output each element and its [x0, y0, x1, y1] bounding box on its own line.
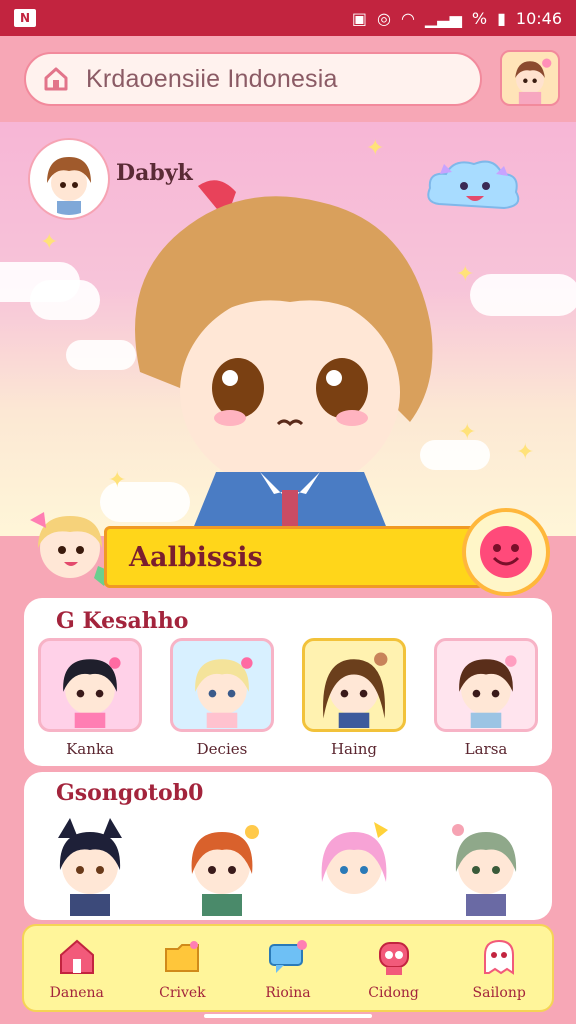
character-name: Kanka: [66, 740, 114, 758]
robot-icon: [378, 942, 409, 975]
nav-label: Danena: [49, 985, 104, 1001]
featured-banner[interactable]: Aalbissis: [104, 526, 484, 588]
smiley-badge-icon[interactable]: [462, 508, 550, 596]
dark-hair-cat-character: [38, 812, 142, 916]
nav-label: Sailonp: [472, 985, 526, 1001]
character-portrait: [38, 638, 142, 732]
character-card[interactable]: [38, 812, 142, 916]
banner-character-left: [30, 512, 112, 586]
orange-hair-character: [170, 812, 274, 916]
profile-avatar-button[interactable]: [500, 50, 560, 106]
character-card[interactable]: Kanka: [38, 638, 142, 758]
nav-item-cidong[interactable]: Cidong: [346, 935, 442, 1001]
character-portrait: [170, 638, 274, 732]
character-card[interactable]: Larsa: [434, 638, 538, 758]
sparkle-icon: ✦: [40, 230, 59, 255]
character-card[interactable]: [170, 812, 274, 916]
nav-item-sailonp[interactable]: Sailonp: [451, 935, 547, 1001]
app-icon: N: [14, 9, 36, 27]
search-text: Krdaoensiie Indonesia: [86, 64, 338, 93]
cloud: [30, 280, 100, 320]
house-icon: [59, 939, 94, 974]
ghost-icon: [484, 939, 515, 975]
signal-icon: ▁▃▅: [424, 8, 462, 28]
hero-area: ✦ ✦ ✦ ✦ ✦ ✦ Dabyk: [0, 122, 576, 536]
time: 10:46: [515, 8, 562, 28]
status-bar: N ▣ ◎ ◠ ▁▃▅ % ▮ 10:46: [0, 0, 576, 36]
wifi-icon: ◠: [400, 8, 415, 28]
character-section-1: G Kesahho Kanka Decies Haing Larsa: [24, 598, 552, 766]
sim-icon: ▣: [351, 8, 368, 28]
sparkle-icon: ✦: [458, 420, 477, 445]
nav-label: Crivek: [159, 985, 206, 1001]
nav-label: Rioina: [265, 985, 311, 1001]
bottom-nav: Danena Crivek Rioina Cidong Sailonp: [22, 924, 554, 1012]
section-title: G Kesahho: [56, 608, 189, 634]
nfc-icon: ◎: [377, 8, 391, 28]
character-card[interactable]: [302, 812, 406, 916]
battery-percent: %: [471, 8, 488, 28]
chat-icon: [268, 940, 307, 973]
hero-avatar[interactable]: [30, 140, 108, 218]
pink-hair-character: [302, 812, 406, 916]
character-name: Haing: [330, 740, 378, 758]
character-portrait: [434, 638, 538, 732]
character-name: Decies: [196, 740, 248, 758]
gesture-bar[interactable]: [204, 1014, 372, 1018]
section-title: Gsongotob0: [56, 780, 204, 806]
nav-item-danena[interactable]: Danena: [29, 935, 125, 1001]
nav-label: Cidong: [368, 985, 419, 1001]
green-hair-character: [434, 812, 538, 916]
nav-item-rioina[interactable]: Rioina: [240, 935, 336, 1001]
home-icon[interactable]: [42, 65, 70, 93]
battery-icon: ▮: [497, 8, 506, 28]
nav-item-crivek[interactable]: Crivek: [134, 935, 230, 1001]
sparkle-icon: ✦: [516, 440, 535, 465]
character-card[interactable]: [434, 812, 538, 916]
cloud: [470, 274, 576, 316]
banner-title: Aalbissis: [129, 541, 263, 573]
character-card[interactable]: Haing: [302, 638, 406, 758]
main-character-illustration: [135, 180, 433, 536]
character-card[interactable]: Decies: [170, 638, 274, 758]
search-bar[interactable]: Krdaoensiie Indonesia: [24, 52, 482, 106]
sparkle-icon: ✦: [366, 136, 385, 161]
character-name: Larsa: [464, 740, 508, 758]
folder-icon: [165, 941, 200, 972]
character-section-2: Gsongotob0: [24, 772, 552, 920]
character-portrait: [302, 638, 406, 732]
